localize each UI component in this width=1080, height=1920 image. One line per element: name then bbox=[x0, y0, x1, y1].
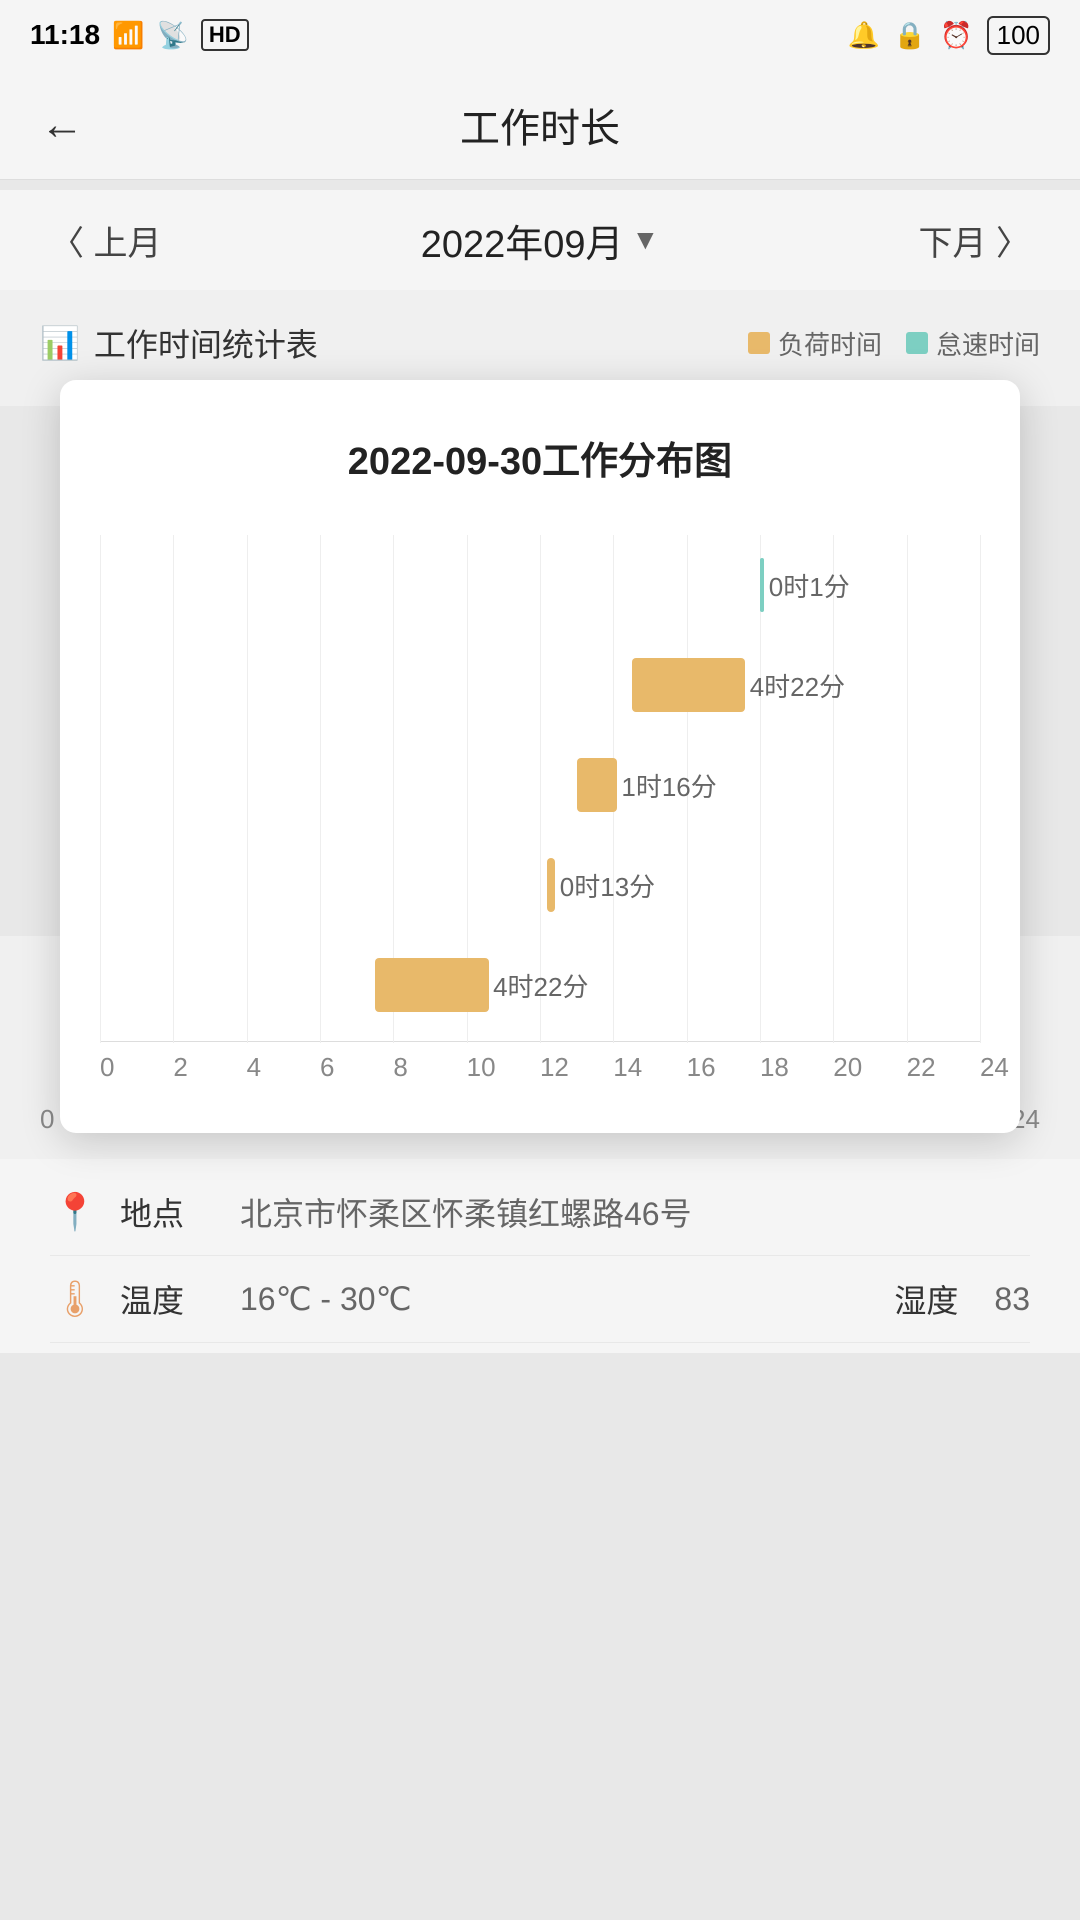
legend-load-dot bbox=[748, 332, 770, 354]
time-display: 11:18 bbox=[30, 19, 100, 51]
back-button[interactable]: ← bbox=[40, 100, 84, 150]
page-header: ← 工作时长 bbox=[0, 70, 1080, 180]
hd-badge: HD bbox=[201, 19, 249, 51]
wifi-icon: 📡 bbox=[156, 20, 188, 51]
page-title: 工作时长 bbox=[460, 96, 620, 154]
chart-legend: 负荷时间 怠速时间 bbox=[748, 325, 1040, 362]
x-axis: 024681012141618202224 bbox=[100, 1041, 980, 1083]
humidity-key: 湿度 bbox=[894, 1276, 974, 1322]
legend-idle: 怠速时间 bbox=[906, 325, 1040, 362]
location-icon: 📍 bbox=[50, 1191, 100, 1233]
battery-display: 100 bbox=[987, 16, 1050, 55]
status-left: 11:18 📶 📡 HD bbox=[30, 19, 249, 51]
horizontal-bar-chart: 0时1分 4时22分 1时16分 0时13分 4时22分 0246810121416182… bbox=[100, 535, 980, 1083]
bar-fill bbox=[760, 558, 764, 612]
humidity-value: 83 bbox=[994, 1281, 1030, 1318]
bar-label: 0时13分 bbox=[560, 867, 655, 904]
chart-title: 工作时间统计表 bbox=[94, 320, 318, 366]
legend-idle-dot bbox=[906, 332, 928, 354]
month-navigation: 〈 上月 2022年09月 ▼ 下月 〉 bbox=[0, 190, 1080, 290]
weather-row: 🌡 温度 16℃ - 30℃ 湿度 83 bbox=[50, 1256, 1030, 1343]
signal-icon: 📶 bbox=[112, 20, 144, 51]
temperature-value: 16℃ - 30℃ bbox=[240, 1280, 834, 1318]
legend-load: 负荷时间 bbox=[748, 325, 882, 362]
bar-label: 4时22分 bbox=[493, 967, 588, 1004]
bar-label: 4时22分 bbox=[750, 667, 845, 704]
bar-chart-icon: 📊 bbox=[40, 324, 80, 362]
bar-row: 0时13分 bbox=[100, 835, 980, 935]
bar-label: 0时1分 bbox=[769, 567, 850, 604]
bar-fill bbox=[577, 758, 617, 812]
status-bar: 11:18 📶 📡 HD 🔔 🔒 ⏰ 100 bbox=[0, 0, 1080, 70]
location-value: 北京市怀柔区怀柔镇红螺路46号 bbox=[240, 1189, 1030, 1235]
bar-row: 1时16分 bbox=[100, 735, 980, 835]
work-distribution-modal: 2022-09-30工作分布图 0时1分 4时22分 1时16分 0时13分 4时22分… bbox=[60, 380, 1020, 1133]
bar-fill bbox=[375, 958, 489, 1012]
location-row: 📍 地点 北京市怀柔区怀柔镇红螺路46号 bbox=[50, 1169, 1030, 1256]
temperature-icon: 🌡 bbox=[50, 1278, 100, 1320]
status-right: 🔔 🔒 ⏰ 100 bbox=[847, 16, 1050, 55]
bar-row: 0时1分 bbox=[100, 535, 980, 635]
modal-title: 2022-09-30工作分布图 bbox=[100, 430, 980, 485]
location-key: 地点 bbox=[120, 1189, 220, 1235]
chart-label-row: 📊 工作时间统计表 负荷时间 怠速时间 bbox=[40, 320, 1040, 366]
mini-x-tick: 0 bbox=[40, 1104, 54, 1135]
temperature-key: 温度 bbox=[120, 1276, 220, 1322]
info-section: 📍 地点 北京市怀柔区怀柔镇红螺路46号 🌡 温度 16℃ - 30℃ 湿度 8… bbox=[0, 1159, 1080, 1353]
current-month[interactable]: 2022年09月 ▼ bbox=[421, 213, 660, 268]
vibrate-icon: 🔔 bbox=[847, 20, 879, 51]
bar-row: 4时22分 bbox=[100, 635, 980, 735]
lock-icon: 🔒 bbox=[894, 20, 926, 51]
dropdown-icon: ▼ bbox=[632, 224, 660, 256]
next-month-button[interactable]: 下月 〉 bbox=[919, 216, 1030, 265]
prev-month-button[interactable]: 〈 上月 bbox=[50, 216, 161, 265]
chart-title-area: 📊 工作时间统计表 bbox=[40, 320, 318, 366]
bar-fill bbox=[632, 658, 746, 712]
bar-fill bbox=[547, 858, 555, 912]
alarm-icon: ⏰ bbox=[940, 20, 972, 51]
bar-row: 4时22分 bbox=[100, 935, 980, 1035]
bar-label: 1时16分 bbox=[621, 767, 716, 804]
